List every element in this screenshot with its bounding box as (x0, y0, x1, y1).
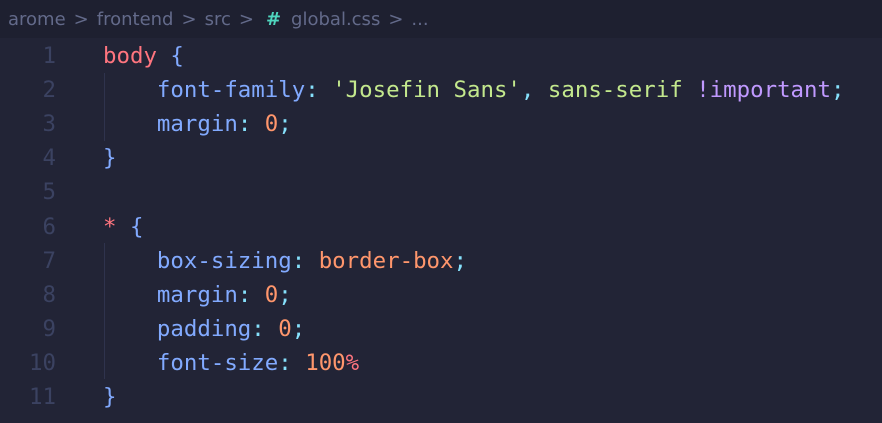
chevron-right-icon: > (388, 8, 404, 30)
line-number: 2 (42, 77, 56, 104)
token-brace: { (170, 43, 184, 69)
line-number: 6 (42, 213, 56, 240)
code-line[interactable]: 8 margin: 0; (0, 278, 882, 312)
code-text: font-size: 100% (103, 346, 359, 380)
token-punct: : (305, 77, 319, 104)
token-punct: ; (278, 111, 292, 138)
token-string: sans-serif (547, 77, 683, 104)
code-text: box-sizing: border-box; (103, 244, 467, 278)
line-number: 8 (42, 281, 56, 308)
css-hash-icon: # (265, 8, 282, 30)
line-number: 3 (42, 111, 56, 138)
code-line[interactable]: 9 padding: 0; (0, 312, 882, 346)
code-line[interactable]: 2 font-family: 'Josefin Sans', sans-seri… (0, 73, 882, 107)
code-text: font-family: 'Josefin Sans', sans-serif … (103, 73, 845, 107)
breadcrumb-more[interactable]: ... (411, 9, 428, 30)
code-line[interactable]: 6 * { (0, 210, 882, 244)
token-punct: : (237, 111, 252, 138)
token-number: border-box (318, 247, 454, 274)
token-property: padding (156, 315, 252, 342)
code-editor[interactable]: 1 body {2 font-family: 'Josefin Sans', sa… (0, 39, 882, 423)
code-line[interactable]: 10 font-size: 100% (0, 346, 882, 380)
code-text: } (103, 141, 116, 175)
token-property: margin (156, 281, 238, 308)
token-punct: ; (453, 247, 467, 274)
code-text: margin: 0; (103, 107, 292, 141)
breadcrumb: arome > frontend > src > # global.css > ... (0, 0, 882, 38)
token-property: font-size (156, 349, 279, 376)
code-line[interactable]: 3 margin: 0; (0, 107, 882, 141)
token-selector: body (103, 43, 157, 69)
token-string: 'Josefin Sans' (332, 77, 521, 104)
line-number: 1 (42, 43, 56, 69)
token-punct: ; (291, 315, 306, 342)
line-number: 9 (42, 315, 56, 342)
code-text: padding: 0; (103, 312, 305, 346)
token-property: font-family (156, 77, 306, 104)
code-line[interactable]: 4} (0, 141, 882, 175)
code-text: * { (103, 210, 143, 244)
line-number: 5 (42, 179, 56, 206)
breadcrumb-item-arome[interactable]: arome (8, 9, 66, 30)
chevron-right-icon: > (238, 8, 254, 30)
code-line[interactable]: 11} (0, 380, 882, 414)
token-number: 0 (264, 111, 279, 138)
line-number: 4 (42, 145, 56, 172)
token-number: 0 (278, 315, 292, 342)
token-brace: } (103, 384, 117, 410)
token-punct: : (291, 247, 306, 274)
line-number: 11 (29, 384, 56, 410)
token-punct: ; (278, 281, 292, 308)
code-text: margin: 0; (103, 278, 292, 312)
token-number: 100 (305, 349, 346, 376)
token-property: box-sizing (156, 247, 292, 274)
code-line[interactable]: 1 body { (0, 39, 882, 73)
token-number: 0 (264, 281, 279, 308)
token-selector: * (103, 213, 117, 240)
code-text: body { (103, 39, 184, 73)
token-punct: : (278, 349, 292, 376)
chevron-right-icon: > (181, 8, 197, 30)
token-punct: , (520, 77, 535, 104)
breadcrumb-item-src[interactable]: src (205, 9, 231, 30)
token-brace: } (103, 145, 117, 172)
chevron-right-icon: > (73, 8, 89, 30)
code-line[interactable]: 7 box-sizing: border-box; (0, 244, 882, 278)
token-property: margin (156, 111, 238, 138)
breadcrumb-item-file[interactable]: global.css (291, 9, 380, 30)
breadcrumb-item-frontend[interactable]: frontend (97, 9, 174, 30)
line-number: 10 (29, 349, 56, 376)
token-punct: ; (831, 77, 845, 104)
code-line[interactable]: 5 (0, 175, 882, 209)
token-punct: : (251, 315, 265, 342)
token-punct: : (237, 281, 252, 308)
line-number: 7 (42, 247, 56, 274)
token-important: !important (696, 77, 831, 104)
code-text: } (103, 380, 116, 414)
token-brace: { (129, 213, 144, 240)
token-unit: % (345, 349, 360, 376)
